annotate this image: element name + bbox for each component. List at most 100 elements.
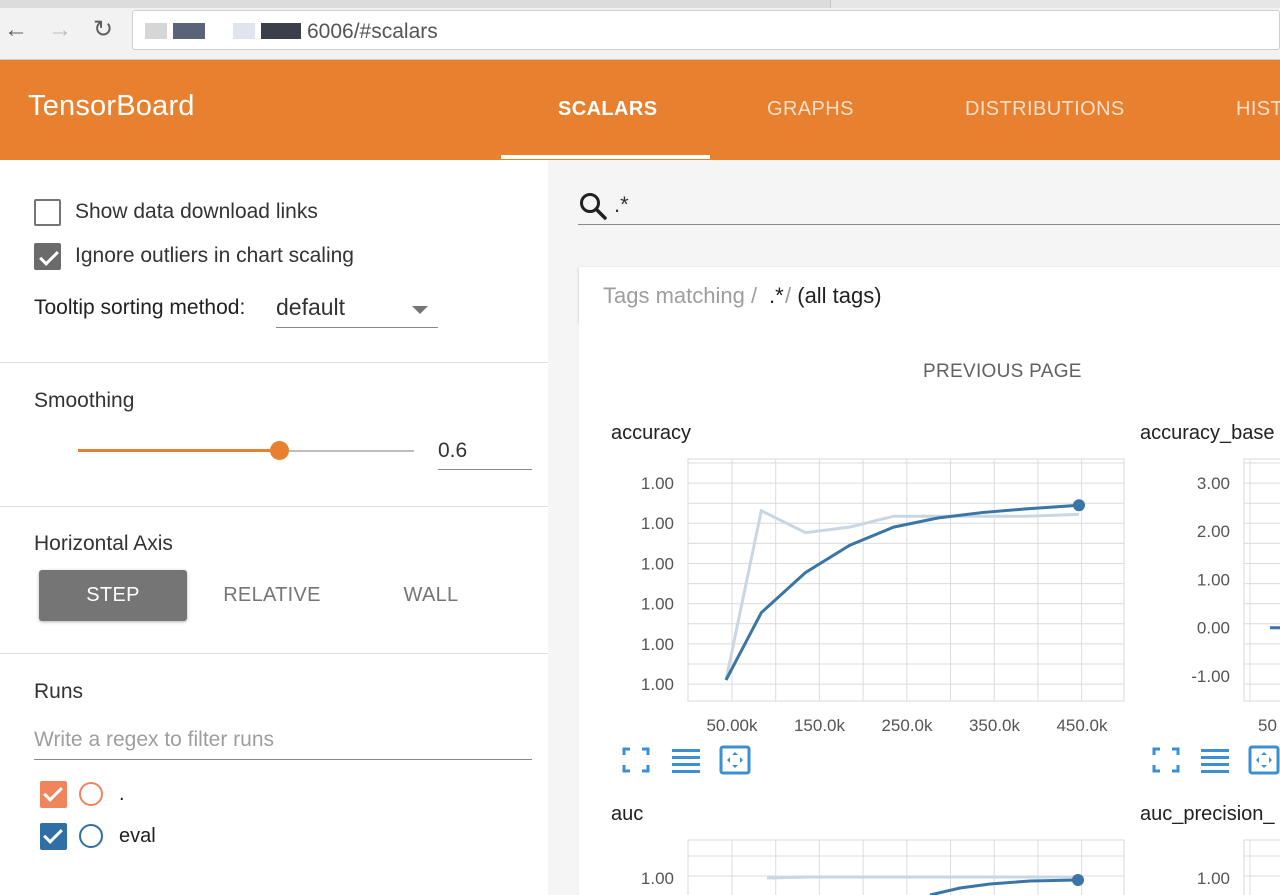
x-tick-label: 250.0k [881, 716, 933, 735]
y-tick-label: 1.00 [641, 675, 674, 694]
y-tick-label: 1.00 [1197, 570, 1230, 589]
run-name: . [119, 782, 125, 805]
y-tick-label: 2.00 [1197, 522, 1230, 541]
chart-title: auc [611, 803, 644, 825]
section-divider [0, 506, 548, 507]
back-arrow-icon[interactable]: ← [2, 16, 30, 44]
last-point-marker [1072, 874, 1084, 886]
run-name: eval [119, 824, 156, 847]
url-text: 6006/#scalars [307, 20, 438, 43]
previous-page-button[interactable]: PREVIOUS PAGE [923, 361, 1082, 383]
run-item[interactable]: . [40, 780, 125, 808]
reload-icon[interactable]: ↻ [89, 16, 117, 44]
app-header: TensorBoard SCALARS GRAPHS DISTRIBUTIONS… [0, 60, 1280, 160]
fit-domain-icon[interactable] [1248, 745, 1280, 775]
tags-matching-header[interactable]: Tags matching / .* / (all tags) [579, 267, 1280, 323]
smoothing-title: Smoothing [34, 389, 135, 412]
browser-tab[interactable] [830, 0, 1280, 8]
tab-graphs[interactable]: GRAPHS [767, 98, 854, 121]
show-download-links-label: Show data download links [75, 200, 318, 223]
redacted-url-segment [145, 23, 167, 39]
log-scale-icon[interactable] [1199, 745, 1231, 775]
y-tick-label: 0.00 [1197, 619, 1230, 638]
y-tick-label: -1.00 [1191, 667, 1230, 686]
tags-matching-suffix: / (all tags) [785, 283, 882, 309]
app-title: TensorBoard [28, 90, 195, 122]
show-download-links-checkbox[interactable] [34, 198, 61, 226]
redacted-url-segment [233, 23, 255, 39]
auc-chart[interactable]: 1.00 [600, 838, 1130, 895]
plot-area [687, 458, 1125, 702]
ignore-outliers-label: Ignore outliers in chart scaling [75, 244, 354, 267]
run-color-radio[interactable] [79, 782, 103, 806]
x-tick-label: 450.0k [1056, 716, 1108, 735]
plot-area [687, 839, 1125, 895]
chart-title: accuracy_base [1140, 422, 1275, 444]
redacted-url-segment [173, 23, 205, 39]
runs-title: Runs [34, 680, 84, 703]
runs-filter-input[interactable] [34, 722, 532, 758]
run-color-radio[interactable] [79, 824, 103, 848]
x-tick-label: 50.00k [706, 716, 758, 735]
runs-filter-field[interactable] [34, 722, 532, 760]
tab-scalars[interactable]: SCALARS [558, 98, 657, 121]
ignore-outliers-checkbox[interactable] [34, 242, 61, 270]
tooltip-sorting-dropdown[interactable]: default [276, 290, 438, 328]
smoothing-value-input[interactable]: 0.6 [438, 430, 532, 470]
fullscreen-icon[interactable] [1150, 745, 1182, 775]
run-checkbox[interactable] [40, 780, 67, 808]
auc-precision-chart[interactable]: 1.00 [1130, 838, 1280, 895]
fit-domain-icon[interactable] [719, 745, 751, 775]
tags-matching-pattern: .* [769, 283, 784, 308]
y-tick-label: 1.00 [641, 514, 674, 533]
redacted-url-segment [261, 23, 301, 39]
forward-arrow-icon[interactable]: → [46, 16, 74, 44]
horizontal-axis-title: Horizontal Axis [34, 532, 173, 555]
accuracy-base-chart[interactable]: 3.00 2.00 1.00 0.00 -1.00 50 [1130, 455, 1280, 740]
tab-histograms[interactable]: HIST [1236, 98, 1280, 121]
x-tick-label: 350.0k [969, 716, 1021, 735]
address-bar[interactable]: 6006/#scalars [132, 10, 1280, 50]
tag-filter-input[interactable] [614, 189, 1254, 221]
search-icon [580, 193, 607, 220]
run-item[interactable]: eval [40, 822, 156, 850]
y-tick-label: 1.00 [641, 635, 674, 654]
axis-relative-button[interactable]: RELATIVE [198, 570, 346, 621]
run-checkbox[interactable] [40, 822, 67, 850]
axis-step-button[interactable]: STEP [39, 570, 187, 621]
tooltip-sorting-value: default [276, 294, 346, 320]
browser-toolbar: ← → ↻ 6006/#scalars [0, 0, 1280, 60]
smoothing-slider-fill [78, 449, 280, 452]
y-tick-label: 1.00 [641, 554, 674, 573]
y-tick-label: 1.00 [641, 595, 674, 614]
y-tick-label: 1.00 [641, 474, 674, 493]
section-divider [0, 362, 548, 363]
tags-matching-suffix-text: (all tags) [791, 283, 882, 308]
tag-filter-field[interactable] [578, 185, 1280, 225]
plot-area [1243, 839, 1280, 895]
section-divider [0, 653, 548, 654]
accuracy-chart[interactable]: 1.00 1.00 1.00 1.00 1.00 1.00 50.00k 150.0k 250.… [600, 455, 1130, 740]
y-tick-label: 3.00 [1197, 474, 1230, 493]
y-tick-label: 1.00 [1197, 869, 1230, 888]
dropdown-caret-icon [412, 306, 428, 314]
axis-wall-button[interactable]: WALL [357, 570, 505, 621]
log-scale-icon[interactable] [670, 745, 702, 775]
active-tab-indicator [501, 155, 710, 159]
tooltip-sorting-label: Tooltip sorting method: [34, 296, 246, 319]
y-tick-label: 1.00 [641, 869, 674, 888]
x-tick-label: 50 [1258, 716, 1277, 735]
browser-tab-strip [0, 0, 1280, 8]
show-download-links-row[interactable]: Show data download links [34, 197, 318, 227]
tags-matching-prefix: Tags matching / [603, 283, 758, 308]
last-point-marker [1073, 499, 1085, 512]
chart-title: accuracy [611, 422, 692, 444]
fullscreen-icon[interactable] [620, 745, 652, 775]
chart-title: auc_precision_ [1140, 803, 1275, 825]
ignore-outliers-row[interactable]: Ignore outliers in chart scaling [34, 241, 354, 271]
raw-series-line [766, 875, 1080, 880]
tab-distributions[interactable]: DISTRIBUTIONS [965, 98, 1125, 121]
smoothing-slider-handle[interactable] [270, 441, 289, 460]
plot-area [1243, 458, 1280, 702]
x-tick-label: 150.0k [794, 716, 846, 735]
